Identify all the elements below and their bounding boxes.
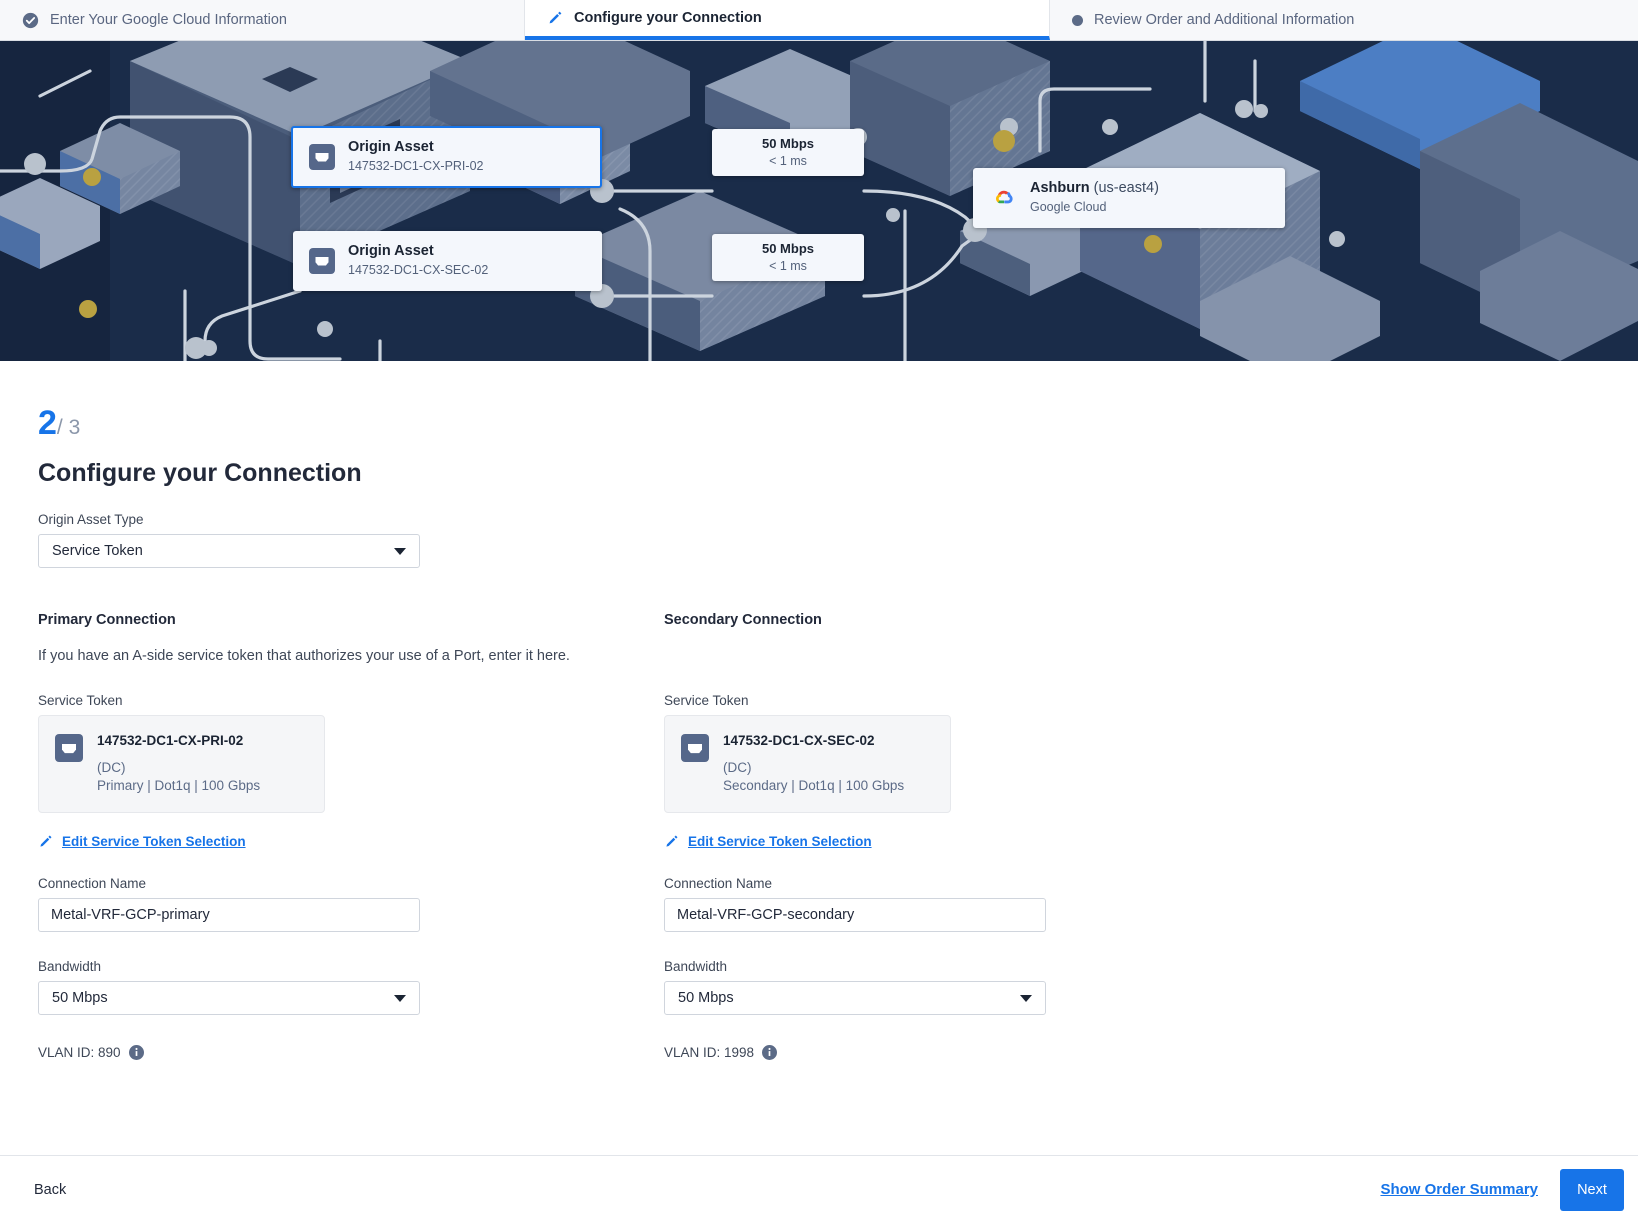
info-icon[interactable]	[762, 1045, 778, 1061]
secondary-token-text: 147532-DC1-CX-SEC-02 (DC) Secondary | Do…	[723, 733, 904, 795]
secondary-vlan-id: VLAN ID: 1998	[664, 1045, 755, 1061]
primary-connection-heading: Primary Connection	[38, 612, 176, 628]
topology-bandwidth-badge-secondary: 50 Mbps < 1 ms	[712, 234, 864, 281]
origin-asset-type-select[interactable]: Service Token	[38, 534, 420, 568]
primary-token-location: (DC)	[97, 760, 126, 775]
primary-vlan-row: VLAN ID: 890	[38, 1045, 664, 1061]
node-title: Origin Asset	[348, 139, 434, 156]
latency-value: < 1 ms	[769, 258, 807, 273]
latency-value: < 1 ms	[769, 153, 807, 168]
port-icon	[309, 248, 335, 274]
step-counter: 2/ 3	[38, 406, 1638, 440]
secondary-bandwidth-select[interactable]: 50 Mbps	[664, 981, 1046, 1016]
node-subtitle: 147532-DC1-CX-SEC-02	[348, 263, 489, 278]
primary-token-meta: (DC) Primary | Dot1q | 100 Gbps	[97, 759, 260, 795]
wizard-footer: Back Show Order Summary Next	[0, 1155, 1638, 1223]
tab-review-order-and-additional-information[interactable]: Review Order and Additional Information	[1050, 0, 1638, 40]
connection-columns: Primary Connection If you have an A-side…	[38, 612, 1638, 1061]
chevron-down-icon	[394, 547, 406, 555]
topology-destination-cloud[interactable]: Ashburn (us-east4) Google Cloud	[973, 168, 1285, 228]
secondary-service-token-label: Service Token	[664, 693, 749, 708]
primary-connection-column: Primary Connection If you have an A-side…	[38, 612, 664, 1061]
node-text-group: Origin Asset 147532-DC1-CX-PRI-02	[348, 138, 483, 175]
topology-bandwidth-badge-primary: 50 Mbps < 1 ms	[712, 129, 864, 176]
primary-bandwidth-label: Bandwidth	[38, 959, 102, 975]
destination-provider: Google Cloud	[1030, 200, 1107, 215]
port-icon	[681, 734, 709, 762]
primary-bandwidth-value: 50 Mbps	[52, 990, 108, 1007]
show-order-summary-link[interactable]: Show Order Summary	[1380, 1181, 1538, 1198]
secondary-connection-name-label: Connection Name	[664, 876, 773, 892]
dot-icon	[1072, 14, 1083, 26]
connection-topology-banner: Origin Asset 147532-DC1-CX-PRI-02 Origin…	[0, 41, 1638, 361]
topology-origin-asset-secondary[interactable]: Origin Asset 147532-DC1-CX-SEC-02	[293, 231, 602, 291]
node-title: Origin Asset	[348, 243, 434, 260]
primary-connection-description: If you have an A-side service token that…	[38, 648, 570, 664]
step-total: / 3	[56, 416, 81, 439]
secondary-token-details: Secondary | Dot1q | 100 Gbps	[723, 778, 905, 794]
node-text-group: Origin Asset 147532-DC1-CX-SEC-02	[348, 242, 488, 279]
node-text-group: Ashburn (us-east4) Google Cloud	[1030, 179, 1159, 216]
primary-bandwidth-select[interactable]: 50 Mbps	[38, 981, 420, 1016]
secondary-token-meta: (DC) Secondary | Dot1q | 100 Gbps	[723, 759, 904, 795]
secondary-bandwidth-value: 50 Mbps	[678, 990, 734, 1007]
order-wizard-page: Enter Your Google Cloud Information Conf…	[0, 0, 1638, 1223]
primary-edit-service-token-link[interactable]: Edit Service Token Selection	[38, 834, 246, 849]
chevron-down-icon	[1020, 994, 1032, 1002]
primary-service-token-label: Service Token	[38, 693, 123, 708]
primary-token-text: 147532-DC1-CX-PRI-02 (DC) Primary | Dot1…	[97, 733, 260, 795]
tab-enter-google-cloud-information[interactable]: Enter Your Google Cloud Information	[0, 0, 525, 40]
secondary-connection-heading: Secondary Connection	[664, 612, 822, 628]
page-title: Configure your Connection	[38, 459, 362, 487]
secondary-token-name: 147532-DC1-CX-SEC-02	[723, 733, 875, 748]
primary-connection-name-input[interactable]	[38, 898, 420, 933]
primary-token-name: 147532-DC1-CX-PRI-02	[97, 733, 244, 748]
tab-label: Review Order and Additional Information	[1094, 12, 1355, 28]
tab-label: Configure your Connection	[574, 10, 762, 26]
node-subtitle: 147532-DC1-CX-PRI-02	[348, 159, 484, 174]
destination-region: (us-east4)	[1093, 180, 1159, 197]
pencil-icon	[547, 10, 563, 26]
pencil-icon	[664, 834, 679, 849]
google-cloud-icon	[989, 186, 1017, 210]
secondary-connection-name-input[interactable]	[664, 898, 1046, 933]
port-icon	[309, 144, 335, 170]
destination-name: Ashburn	[1030, 180, 1090, 197]
primary-edit-link-label: Edit Service Token Selection	[62, 834, 246, 850]
bandwidth-value: 50 Mbps	[761, 136, 814, 152]
bandwidth-value: 50 Mbps	[761, 241, 814, 257]
secondary-connection-description	[664, 648, 1290, 666]
port-icon	[55, 734, 83, 762]
secondary-connection-column: Secondary Connection Service Token 14753…	[664, 612, 1290, 1061]
node-title: Ashburn (us-east4)	[1030, 179, 1159, 199]
back-button[interactable]: Back	[34, 1182, 66, 1198]
topology-origin-asset-primary[interactable]: Origin Asset 147532-DC1-CX-PRI-02	[291, 126, 602, 188]
origin-asset-type-label: Origin Asset Type	[38, 512, 144, 527]
step-current: 2	[38, 404, 57, 442]
wizard-step-tabs: Enter Your Google Cloud Information Conf…	[0, 0, 1638, 41]
secondary-token-location: (DC)	[723, 760, 752, 775]
tab-configure-your-connection[interactable]: Configure your Connection	[525, 0, 1050, 40]
info-icon[interactable]	[128, 1045, 144, 1061]
next-button[interactable]: Next	[1560, 1168, 1624, 1211]
check-circle-icon	[22, 12, 39, 29]
secondary-service-token-card: 147532-DC1-CX-SEC-02 (DC) Secondary | Do…	[664, 715, 951, 814]
primary-service-token-card: 147532-DC1-CX-PRI-02 (DC) Primary | Dot1…	[38, 715, 325, 814]
chevron-down-icon	[394, 994, 406, 1002]
secondary-edit-service-token-link[interactable]: Edit Service Token Selection	[664, 834, 872, 849]
configure-connection-form: 2/ 3 Configure your Connection Origin As…	[0, 361, 1638, 1223]
origin-asset-type-value: Service Token	[52, 543, 143, 559]
primary-token-details: Primary | Dot1q | 100 Gbps	[97, 778, 261, 794]
primary-vlan-id: VLAN ID: 890	[38, 1045, 121, 1061]
pencil-icon	[38, 834, 53, 849]
isometric-background-illustration	[0, 41, 1638, 361]
origin-asset-type-field: Origin Asset Type Service Token	[38, 512, 1638, 568]
secondary-edit-link-label: Edit Service Token Selection	[688, 834, 872, 850]
tab-label: Enter Your Google Cloud Information	[50, 12, 287, 28]
secondary-bandwidth-label: Bandwidth	[664, 959, 728, 975]
primary-connection-name-label: Connection Name	[38, 876, 147, 892]
secondary-vlan-row: VLAN ID: 1998	[664, 1045, 1290, 1061]
